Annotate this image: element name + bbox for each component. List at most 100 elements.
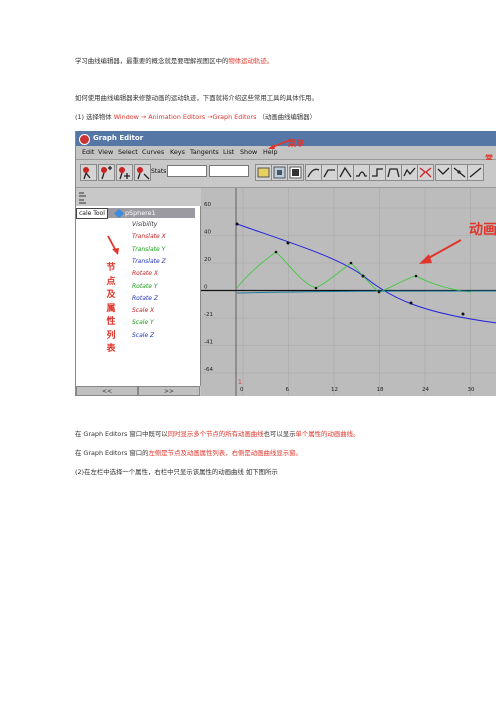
menu-show[interactable]: Show xyxy=(240,146,257,159)
current-frame-marker: 1 xyxy=(238,379,242,386)
frame-all-button[interactable] xyxy=(255,164,272,181)
key-point xyxy=(274,250,278,254)
translate-x-curve xyxy=(236,290,496,294)
step1-menu-path: Window → Animation Editors →Graph Editor… xyxy=(113,113,257,121)
stats-field-1[interactable] xyxy=(167,165,207,177)
annotation-anim-curve: 动画 xyxy=(469,222,496,238)
annotation-vertical-char: 表 xyxy=(106,344,116,354)
attribute-item[interactable]: Scale Z xyxy=(132,332,154,339)
graph-editor-paragraph: 在 Graph Editors 窗口中既可以同时显示多个节点的所有动画曲线也可以… xyxy=(75,430,359,439)
stats-label: Stats xyxy=(151,168,167,175)
frame-selection-button[interactable] xyxy=(271,164,288,181)
attribute-item[interactable]: Scale X xyxy=(132,307,154,314)
menu-list[interactable]: List xyxy=(223,146,234,159)
annotation-vertical-char: 点 xyxy=(106,276,116,287)
key-point xyxy=(377,290,381,294)
attribute-item[interactable]: Rotate Y xyxy=(132,283,158,290)
buffer-curve-icon xyxy=(403,167,416,177)
menu-curves[interactable]: Curves xyxy=(142,146,164,159)
annotation-arrow-menu xyxy=(268,139,291,149)
lock-weight-button[interactable] xyxy=(451,164,468,181)
annotation-vertical-char: 及 xyxy=(106,290,116,300)
translate-z-curve xyxy=(236,223,496,324)
lattice-tool-button[interactable] xyxy=(134,164,151,181)
free-weight-icon xyxy=(469,167,482,178)
add-key-icon xyxy=(119,167,130,180)
scroll-right-button[interactable]: >> xyxy=(138,386,200,396)
attribute-item[interactable]: Scale Y xyxy=(132,319,154,326)
clamped-tangent-button[interactable] xyxy=(321,164,338,181)
break-tangent-icon xyxy=(419,167,432,178)
curve-graph-view[interactable]: 60 40 20 0 -21 -41 -64 0 6 12 18 24 30 1 动画 xyxy=(201,188,496,396)
add-key-tool-button[interactable] xyxy=(116,164,133,181)
plateau-tangent-button[interactable] xyxy=(385,164,402,181)
spline-tangent-button[interactable] xyxy=(305,164,322,181)
step1-text: (1) 选择物体 xyxy=(75,113,114,121)
unify-tangent-icon xyxy=(437,167,450,175)
menu-keys[interactable]: Keys xyxy=(170,146,185,159)
p5-text: 在 Graph Editors 窗口的 xyxy=(75,449,149,457)
attribute-item[interactable]: Translate Z xyxy=(132,258,166,265)
step-tangent-button[interactable] xyxy=(369,164,386,181)
menu-edit[interactable]: Edit xyxy=(82,146,94,159)
p4-highlight-2: 单个属性的动画曲线。 xyxy=(295,430,360,438)
key-point xyxy=(286,241,290,245)
move-key-tool-button[interactable] xyxy=(80,164,97,181)
annotation-vertical-char: 性 xyxy=(106,317,116,327)
translate-y-curve xyxy=(236,251,472,293)
key-point xyxy=(414,274,418,278)
scale-tool-tooltip: cale Tool xyxy=(76,208,108,219)
menu-select[interactable]: Select xyxy=(118,146,138,159)
menu-view[interactable]: View xyxy=(98,146,113,159)
y-tick-label: 20 xyxy=(204,257,211,263)
annotation-vertical-char: 节 xyxy=(106,263,116,273)
plateau-tangent-icon xyxy=(387,168,400,178)
stats-field-2[interactable] xyxy=(209,165,249,177)
window-title: Graph Editor xyxy=(93,134,144,142)
frame-all-icon xyxy=(257,167,270,178)
menu-tangents[interactable]: Tangents xyxy=(190,146,219,159)
y-tick-label: 40 xyxy=(204,230,211,236)
intro-paragraph: 学习曲线编辑器，最重要的概念就是要理解视图区中的物体运动轨迹。 xyxy=(75,57,273,66)
free-weight-button[interactable] xyxy=(467,164,484,181)
annotation-arrow-list xyxy=(107,235,119,255)
flat-tangent-icon xyxy=(356,171,367,177)
x-tick-label: 30 xyxy=(468,387,475,393)
unify-tangent-button[interactable] xyxy=(435,164,452,181)
key-point xyxy=(361,274,365,278)
step1-note: （动画曲线编辑器） xyxy=(256,113,316,121)
curve-graph-svg: 60 40 20 0 -21 -41 -64 0 6 12 18 24 30 1 xyxy=(201,188,496,396)
annotation-vertical-char: 属 xyxy=(106,303,116,314)
frame-playback-button[interactable] xyxy=(287,164,304,181)
p4-text-2: 也可以显示 xyxy=(263,430,296,438)
linear-tangent-icon xyxy=(339,166,352,178)
break-tangent-button[interactable] xyxy=(417,164,434,181)
attribute-item[interactable]: Visibility xyxy=(132,221,157,228)
insert-key-tool-button[interactable] xyxy=(98,164,115,181)
scroll-left-button[interactable]: << xyxy=(76,386,138,396)
graph-editor-window: Graph Editor Edit View Select Curves Key… xyxy=(75,131,496,396)
attribute-item[interactable]: Rotate X xyxy=(132,270,158,277)
insert-key-icon xyxy=(101,166,112,180)
y-tick-label: 60 xyxy=(204,202,211,208)
flat-tangent-button[interactable] xyxy=(353,164,370,181)
outliner-header-area xyxy=(76,188,202,206)
y-tick-label: -41 xyxy=(204,340,213,346)
outliner-display-icon xyxy=(79,192,86,204)
clamped-tangent-icon xyxy=(323,169,335,178)
step1-paragraph: (1) 选择物体 Window → Animation Editors →Gra… xyxy=(75,113,316,122)
linear-tangent-button[interactable] xyxy=(337,164,354,181)
key-point xyxy=(461,312,465,316)
key-point xyxy=(235,222,239,226)
attribute-item[interactable]: Rotate Z xyxy=(132,295,158,302)
attribute-item[interactable]: Translate X xyxy=(132,233,166,240)
y-tick-label: -64 xyxy=(204,367,213,373)
p5-highlight: 左侧是节点及动画属性列表，右侧是动画曲线显示窗。 xyxy=(148,449,302,457)
buffer-curve-button[interactable] xyxy=(401,164,418,181)
frame-selection-icon xyxy=(273,166,286,179)
attribute-item[interactable]: Translate Y xyxy=(132,246,165,253)
outliner-buttons: << >> xyxy=(76,386,200,396)
key-point xyxy=(349,261,353,265)
step2-paragraph: (2)在左栏中选择一个属性，右栏中只显示该属性的动画曲线 如下图所示 xyxy=(75,468,278,476)
usage-paragraph: 如何使用曲线编辑器来修整动画的运动轨迹，下面就将介绍这些常用工具的具体作用。 xyxy=(75,94,318,102)
